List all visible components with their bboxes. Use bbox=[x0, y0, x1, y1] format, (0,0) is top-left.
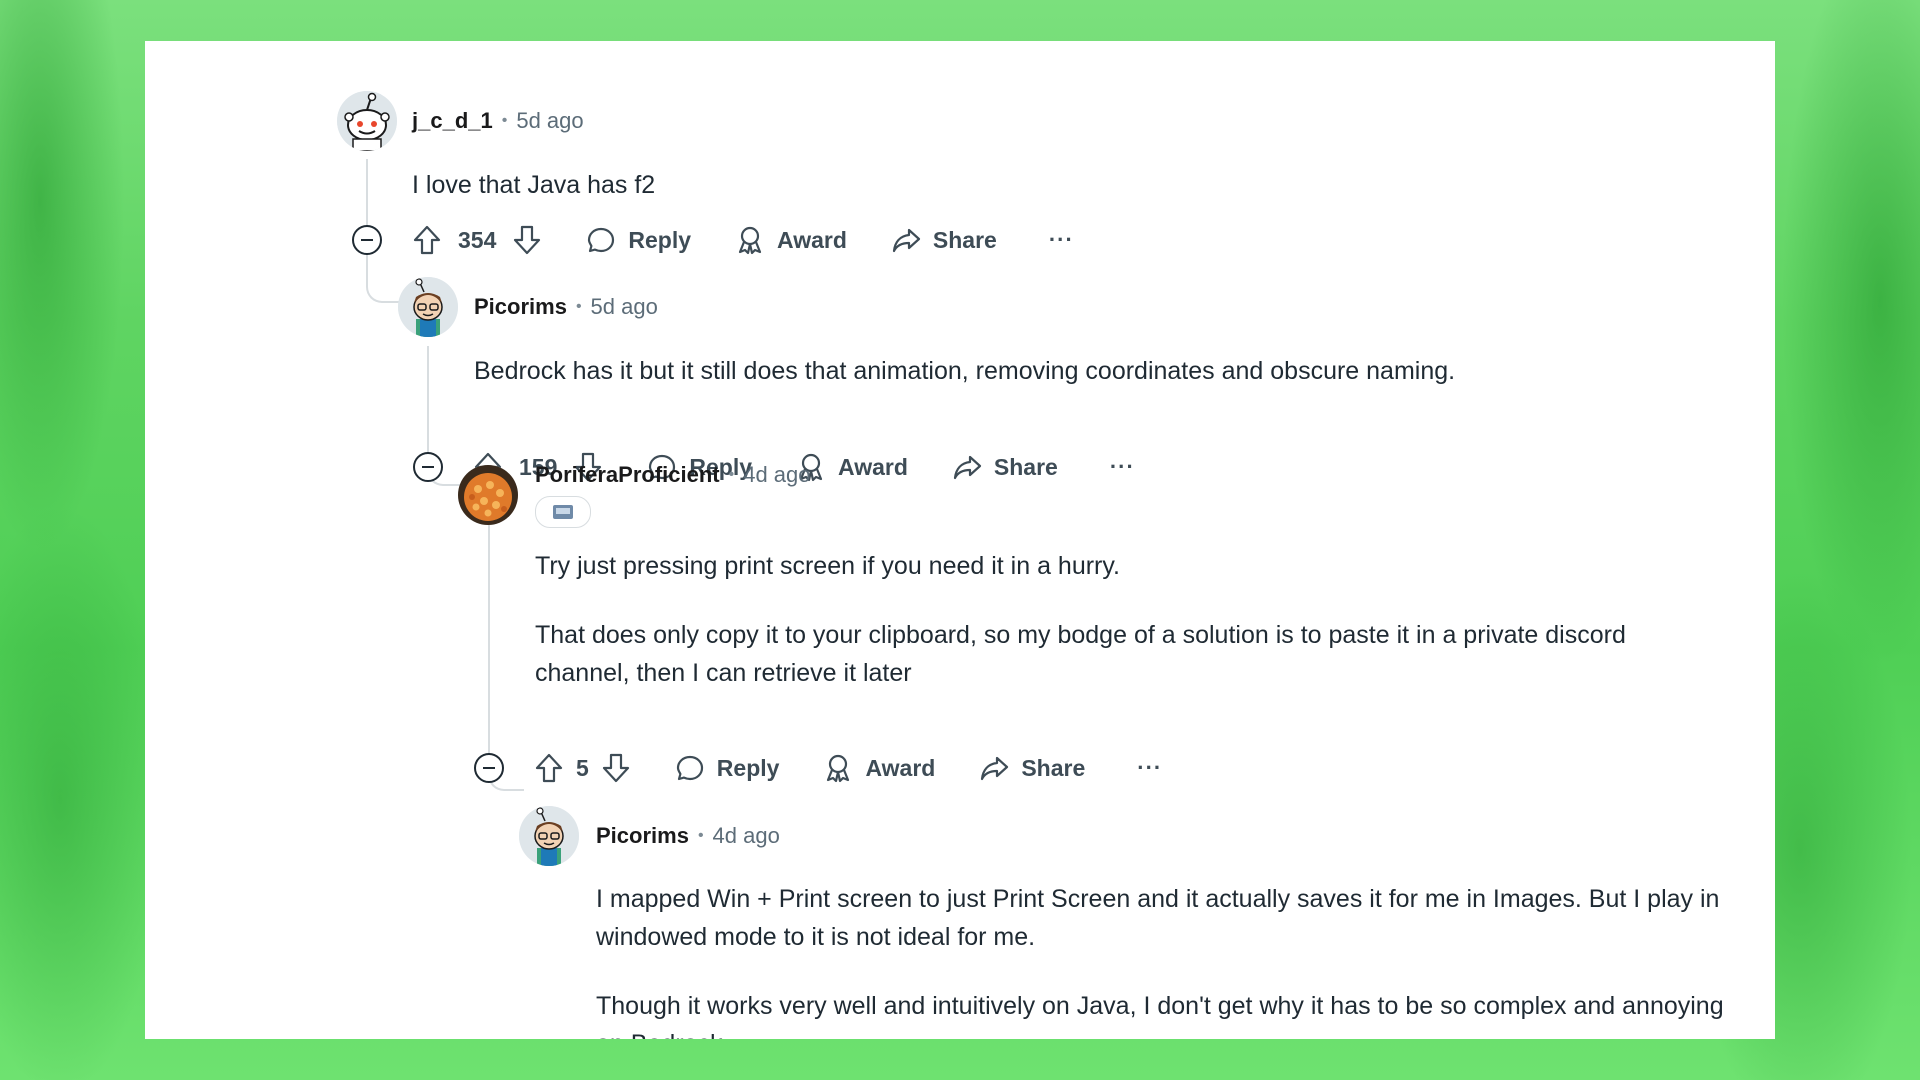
sponge-avatar-icon bbox=[458, 465, 518, 525]
share-arrow-icon bbox=[892, 228, 921, 253]
award-button[interactable]: Award bbox=[796, 452, 908, 482]
thread-line[interactable] bbox=[488, 521, 490, 747]
award-button[interactable]: Award bbox=[823, 753, 935, 783]
thread-curve bbox=[366, 261, 400, 303]
comment-paragraph: Though it works very well and intuitivel… bbox=[596, 992, 1724, 1039]
avatar[interactable] bbox=[337, 91, 397, 151]
comment-body: I mapped Win + Print screen to just Prin… bbox=[596, 880, 1736, 1039]
user-avatar-icon bbox=[519, 806, 579, 866]
comment-meta: PoriferaProficient • 4d ago bbox=[535, 462, 811, 488]
timestamp[interactable]: 4d ago bbox=[743, 462, 810, 488]
more-options-icon[interactable]: ··· bbox=[1110, 454, 1135, 480]
thread-line[interactable] bbox=[427, 346, 429, 446]
share-button[interactable]: Share bbox=[891, 225, 997, 255]
comment-paragraph: I mapped Win + Print screen to just Prin… bbox=[596, 885, 1720, 951]
avatar[interactable] bbox=[519, 806, 579, 866]
award-icon bbox=[738, 226, 762, 255]
award-button[interactable]: Award bbox=[735, 225, 847, 255]
avatar[interactable] bbox=[398, 277, 458, 337]
downvote-icon[interactable] bbox=[601, 752, 631, 784]
comment-paragraph: Bedrock has it but it still does that an… bbox=[474, 357, 1456, 385]
award-icon bbox=[827, 754, 850, 783]
avatar[interactable] bbox=[458, 465, 518, 525]
username[interactable]: Picorims bbox=[596, 823, 689, 849]
reply-button[interactable]: Reply bbox=[675, 753, 780, 783]
comment-bubble-icon bbox=[588, 227, 615, 253]
more-options-icon[interactable]: ··· bbox=[1049, 227, 1074, 253]
comment-thread-card: j_c_d_1 • 5d ago I love that Java has f2… bbox=[145, 41, 1775, 1039]
share-arrow-icon bbox=[953, 455, 982, 480]
comment-actions: 5 Reply Award Share ··· bbox=[534, 750, 1162, 786]
vote-score: 354 bbox=[458, 226, 497, 253]
share-label: Share bbox=[993, 453, 1058, 480]
username[interactable]: PoriferaProficient bbox=[535, 462, 720, 488]
comment-actions: 354 Reply Award Share ··· bbox=[412, 222, 1074, 258]
upvote-icon[interactable] bbox=[534, 752, 564, 784]
comment-body: I love that Java has f2 bbox=[412, 166, 1732, 204]
comment-meta: Picorims • 5d ago bbox=[474, 294, 658, 320]
username[interactable]: Picorims bbox=[474, 294, 567, 320]
timestamp[interactable]: 4d ago bbox=[713, 823, 780, 849]
timestamp[interactable]: 5d ago bbox=[516, 108, 583, 134]
award-label: Award bbox=[865, 754, 936, 781]
comment-meta: Picorims • 4d ago bbox=[596, 823, 780, 849]
comment-paragraph: That does only copy it to your clipboard… bbox=[535, 621, 1626, 687]
snoo-avatar-icon bbox=[337, 91, 397, 151]
comment-meta: j_c_d_1 • 5d ago bbox=[412, 108, 584, 134]
collapse-button[interactable] bbox=[474, 753, 504, 783]
username[interactable]: j_c_d_1 bbox=[412, 108, 493, 134]
reply-button[interactable]: Reply bbox=[586, 225, 691, 255]
share-arrow-icon bbox=[981, 756, 1009, 781]
collapse-button[interactable] bbox=[352, 225, 382, 255]
upvote-icon[interactable] bbox=[412, 224, 442, 256]
user-flair bbox=[535, 496, 591, 528]
comment-body: Try just pressing print screen if you ne… bbox=[535, 547, 1725, 692]
comment-bubble-icon bbox=[676, 755, 703, 781]
comment-paragraph: I love that Java has f2 bbox=[412, 171, 656, 199]
collapse-button[interactable] bbox=[413, 452, 443, 482]
reply-label: Reply bbox=[628, 226, 692, 253]
separator-dot: • bbox=[575, 298, 582, 315]
user-avatar-icon bbox=[398, 277, 458, 337]
downvote-icon[interactable] bbox=[512, 224, 542, 256]
separator-dot: • bbox=[697, 827, 704, 844]
monitor-icon bbox=[553, 505, 573, 519]
timestamp[interactable]: 5d ago bbox=[591, 294, 658, 320]
comment-paragraph: Try just pressing print screen if you ne… bbox=[535, 552, 1120, 580]
separator-dot: • bbox=[501, 112, 508, 129]
award-label: Award bbox=[838, 453, 908, 480]
award-label: Award bbox=[777, 226, 847, 253]
more-options-icon[interactable]: ··· bbox=[1137, 755, 1162, 781]
reply-label: Reply bbox=[716, 754, 780, 781]
comment-body: Bedrock has it but it still does that an… bbox=[474, 352, 1734, 390]
share-button[interactable]: Share bbox=[952, 452, 1058, 482]
vote-score: 5 bbox=[576, 754, 589, 781]
share-button[interactable]: Share bbox=[979, 753, 1085, 783]
separator-dot: • bbox=[728, 466, 735, 483]
share-label: Share bbox=[1021, 754, 1086, 781]
share-label: Share bbox=[932, 226, 997, 253]
